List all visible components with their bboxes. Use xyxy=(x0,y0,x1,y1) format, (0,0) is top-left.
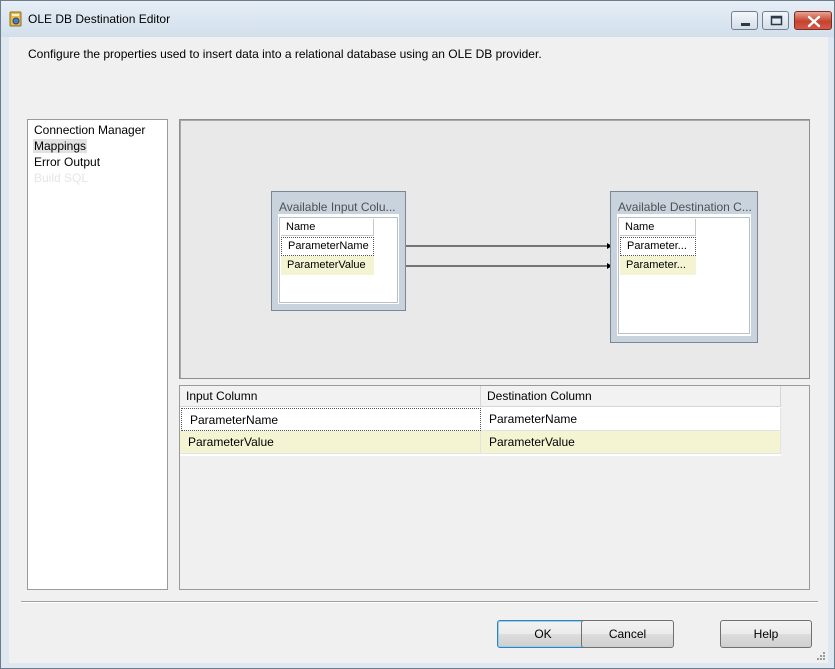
close-icon xyxy=(807,15,821,28)
window-title: OLE DB Destination Editor xyxy=(28,12,171,26)
destination-column-row[interactable]: Parameter... xyxy=(620,237,696,256)
ssis-destination-icon xyxy=(9,11,22,27)
destination-table-body: Name Parameter... Parameter... xyxy=(618,217,750,334)
maximize-icon xyxy=(770,15,783,26)
nav-item-connection-manager[interactable]: Connection Manager xyxy=(33,123,146,137)
available-destination-columns-table[interactable]: Available Destination C... Name Paramete… xyxy=(610,191,758,343)
minimize-icon xyxy=(741,23,750,26)
maximize-button[interactable] xyxy=(762,11,789,30)
dialog-client-area: Configure the properties used to insert … xyxy=(9,37,828,663)
nav-item-mappings[interactable]: Mappings xyxy=(33,139,88,153)
nav-item-build-sql: Build SQL xyxy=(34,171,89,185)
grid-header-destination-column[interactable]: Destination Column xyxy=(481,386,781,407)
close-button[interactable] xyxy=(794,11,832,30)
dialog-description: Configure the properties used to insert … xyxy=(28,47,542,61)
editor-window: OLE DB Destination Editor Configure the … xyxy=(0,0,835,669)
minimize-button[interactable] xyxy=(731,11,758,30)
grid-cell-destination-column[interactable]: ParameterValue xyxy=(481,431,781,454)
help-button[interactable]: Help xyxy=(720,620,812,648)
destination-table-header: Name xyxy=(620,219,696,236)
grid-header-input-column[interactable]: Input Column xyxy=(180,386,481,407)
mapping-grid-body: Input Column Destination Column Paramete… xyxy=(180,386,781,456)
resize-grip-icon[interactable] xyxy=(815,650,825,660)
grid-cell-destination-column[interactable]: ParameterName xyxy=(481,408,781,431)
nav-item-error-output[interactable]: Error Output xyxy=(33,155,101,169)
grid-cell-input-column[interactable]: ParameterValue xyxy=(180,431,481,454)
grid-cell-input-column[interactable]: ParameterName xyxy=(181,408,481,431)
ok-button[interactable]: OK xyxy=(497,620,589,648)
footer-separator xyxy=(21,601,818,603)
destination-column-row[interactable]: Parameter... xyxy=(620,256,696,275)
destination-table-title: Available Destination C... xyxy=(618,200,752,214)
cancel-button[interactable]: Cancel xyxy=(581,620,674,648)
title-bar[interactable]: OLE DB Destination Editor xyxy=(1,1,834,37)
page-navigation-list[interactable]: Connection Manager Mappings Error Output… xyxy=(27,119,168,590)
column-mapping-canvas[interactable]: Available Input Colu... Name ParameterNa… xyxy=(179,119,810,379)
mapping-grid[interactable]: Input Column Destination Column Paramete… xyxy=(179,385,810,590)
